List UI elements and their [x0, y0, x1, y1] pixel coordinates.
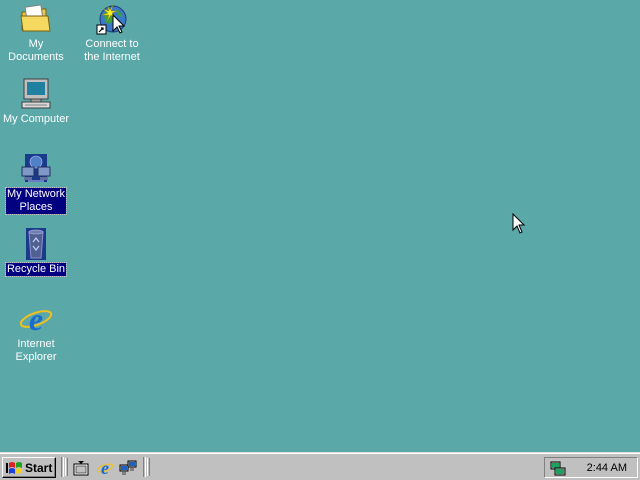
my-documents-shortcut[interactable]: My Documents	[0, 2, 72, 64]
taskbar-separator	[61, 457, 64, 477]
desktop-icon-label: Internet Explorer	[15, 338, 57, 363]
desktop-icon-label: My Documents	[8, 38, 64, 63]
system-tray: 2:44 AM	[544, 457, 638, 478]
recycle-bin-shortcut[interactable]: Recycle Bin	[0, 227, 72, 277]
folder-documents-icon	[19, 2, 53, 36]
start-button[interactable]: Start	[2, 457, 56, 478]
launch-internet-explorer-button[interactable]: e	[96, 459, 114, 477]
windows-logo-icon	[6, 461, 22, 475]
svg-text:e: e	[101, 459, 109, 477]
desktop[interactable]: My Documents Connect to the Internet My …	[0, 0, 640, 480]
start-label: Start	[25, 460, 53, 475]
computer-icon	[19, 77, 53, 111]
clock[interactable]: 2:44 AM	[587, 462, 627, 474]
connect-internet-icon	[95, 2, 129, 36]
network-connections-icon	[119, 459, 137, 477]
network-connections-button[interactable]	[119, 459, 137, 477]
connect-internet-shortcut[interactable]: Connect to the Internet	[76, 2, 148, 64]
desktop-icon-label: Connect to the Internet	[84, 38, 140, 63]
desktop-icon-label: Recycle Bin	[4, 262, 68, 277]
network-tray-icon[interactable]	[549, 460, 567, 476]
internet-explorer-shortcut[interactable]: e Internet Explorer	[0, 302, 72, 364]
taskbar-buttons-grip[interactable]	[147, 458, 150, 476]
show-desktop-button[interactable]	[72, 459, 90, 477]
desktop-icon-label: My Network Places	[4, 187, 68, 215]
quick-launch-grip[interactable]	[65, 458, 68, 476]
svg-text:e: e	[29, 303, 43, 335]
mouse-pointer-icon	[512, 212, 526, 240]
taskbar-separator	[143, 457, 146, 477]
show-desktop-icon	[73, 460, 89, 476]
recycle-bin-icon	[19, 227, 53, 261]
my-computer-shortcut[interactable]: My Computer	[0, 77, 72, 126]
taskbar: Start e 2:44 AM	[0, 452, 640, 480]
desktop-icon-label: My Computer	[2, 113, 70, 125]
internet-explorer-icon: e	[96, 459, 114, 477]
internet-explorer-icon: e	[19, 302, 53, 336]
network-places-icon	[19, 152, 53, 186]
my-network-places-shortcut[interactable]: My Network Places	[0, 152, 72, 215]
